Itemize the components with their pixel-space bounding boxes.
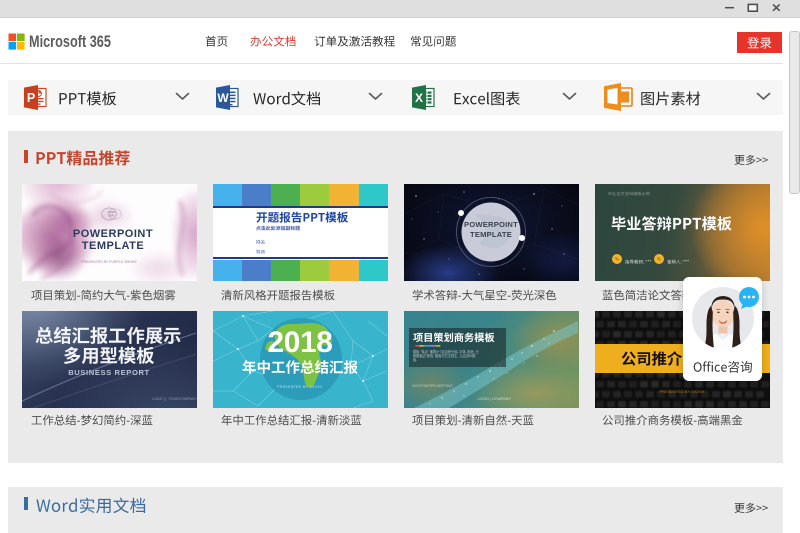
- svg-text:TEMPLATE: TEMPLATE: [470, 230, 512, 239]
- svg-text:LOGO: LOGO: [108, 210, 115, 214]
- svg-text:✎: ✎: [657, 256, 662, 263]
- svg-text:TEXT: TEXT: [109, 215, 115, 217]
- svg-text:W: W: [217, 91, 229, 105]
- svg-text:P: P: [26, 91, 34, 105]
- svg-text:X: X: [415, 91, 423, 105]
- svg-text:✎: ✎: [615, 256, 620, 263]
- svg-text:POWERPOINT: POWERPOINT: [464, 220, 518, 229]
